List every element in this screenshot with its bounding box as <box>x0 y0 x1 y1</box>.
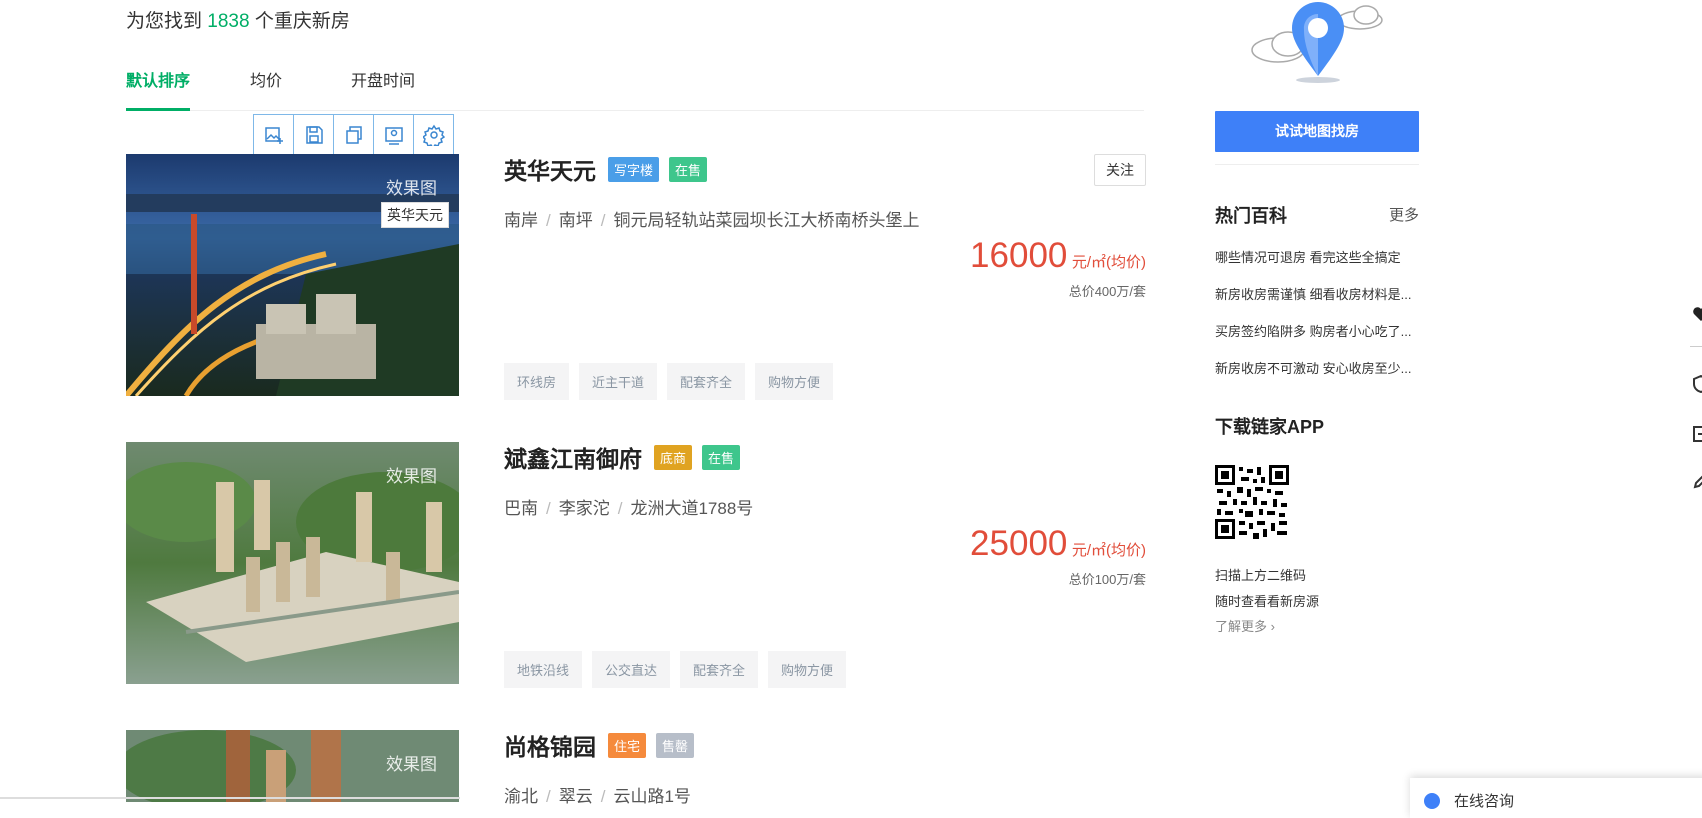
feature-tag: 地铁沿线 <box>504 651 583 688</box>
listing-location: 巴南 / 李家沱 / 龙洲大道1788号 <box>504 499 754 518</box>
chevron-right-icon: › <box>1270 619 1275 634</box>
chat-icon <box>1424 793 1440 809</box>
image-toolbar <box>253 114 454 156</box>
result-prefix: 为您找到 <box>126 11 203 32</box>
feature-tag: 配套齐全 <box>680 651 759 688</box>
listing-card[interactable]: 效果图 尚格锦园 住宅 售罄 渝北 / 翠云 / 云山路1号 <box>126 728 1146 806</box>
area[interactable]: 李家沱 <box>559 499 610 518</box>
price-unit: 元/㎡(均价) <box>1071 542 1146 559</box>
feature-tag: 公交直达 <box>592 651 671 688</box>
listing-info: 英华天元 写字楼 在售 关注 南岸 / 南坪 / 铜元局轻轨站菜园坝长江大桥南桥头堡上 … <box>504 152 1146 400</box>
scan-hint: 扫描上方二维码 <box>1215 568 1307 583</box>
tab-open-time[interactable]: 开盘时间 <box>351 70 415 108</box>
area[interactable]: 南坪 <box>559 211 593 230</box>
image-type-label: 效果图 <box>386 755 437 774</box>
listing-title[interactable]: 英华天元 <box>504 152 596 186</box>
listing-info: 斌鑫江南御府 底商 在售 巴南 / 李家沱 / 龙洲大道1788号 25000 元/㎡(… <box>504 440 1146 688</box>
divider <box>1690 346 1702 347</box>
total-price: 总价400万/套 <box>1068 284 1146 299</box>
learn-more-label: 了解更多 <box>1215 619 1268 634</box>
total-price: 总价100万/套 <box>1068 572 1146 587</box>
result-number: 1838 <box>207 11 250 32</box>
type-tag: 住宅 <box>608 732 647 758</box>
edit-icon[interactable] <box>1692 472 1702 490</box>
scan-hint: 随时查看看新房源 <box>1215 594 1320 609</box>
price-unit: 元/㎡(均价) <box>1071 254 1146 271</box>
image-type-label: 效果图 <box>386 179 437 198</box>
listing-card[interactable]: 效果图 斌鑫江南御府 底商 在售 巴南 / 李家沱 / 龙洲大道1788号 25000 … <box>126 440 1146 688</box>
save-icon[interactable] <box>294 115 334 155</box>
add-image-icon[interactable] <box>254 115 294 155</box>
follow-button[interactable]: 关注 <box>1094 154 1146 186</box>
heart-icon[interactable] <box>1692 305 1702 323</box>
feature-tag: 购物方便 <box>755 363 834 400</box>
feature-tag: 配套齐全 <box>667 363 746 400</box>
sort-tabs: 默认排序 均价 开盘时间 <box>126 70 1144 111</box>
feature-tags: 环线房 近主干道 配套齐全 购物方便 <box>504 363 843 400</box>
listing-location: 渝北 / 翠云 / 云山路1号 <box>504 787 691 806</box>
address: 云山路1号 <box>613 787 691 806</box>
wiki-title: 热门百科 <box>1215 206 1287 226</box>
price-value: 25000 <box>970 524 1068 563</box>
listing-title[interactable]: 斌鑫江南御府 <box>504 440 642 474</box>
feature-tags: 地铁沿线 公交直达 配套齐全 购物方便 <box>504 651 856 688</box>
copy-icon[interactable] <box>334 115 374 155</box>
price: 16000 元/㎡(均价) <box>970 236 1146 276</box>
login-icon[interactable] <box>1692 425 1702 443</box>
feature-tag: 近主干道 <box>579 363 658 400</box>
map-search-button[interactable]: 试试地图找房 <box>1215 111 1419 152</box>
gear-icon[interactable] <box>414 115 453 155</box>
listing-image[interactable]: 效果图 <box>126 442 459 684</box>
listing-info: 尚格锦园 住宅 售罄 渝北 / 翠云 / 云山路1号 <box>504 728 1146 806</box>
status-tag: 售罄 <box>656 732 695 758</box>
listing-image[interactable]: 效果图 英华天元 <box>126 154 459 396</box>
type-tag: 底商 <box>654 444 693 470</box>
tab-default-sort[interactable]: 默认排序 <box>126 70 191 111</box>
feature-tag: 购物方便 <box>768 651 847 688</box>
listing-image[interactable]: 效果图 <box>126 730 459 802</box>
status-tag: 在售 <box>702 444 741 470</box>
price: 25000 元/㎡(均价) <box>970 524 1146 564</box>
chat-label: 在线咨询 <box>1454 793 1515 810</box>
price-value: 16000 <box>970 236 1068 275</box>
map-pin-illustration <box>1248 0 1388 84</box>
listing-card[interactable]: 效果图 英华天元 英华天元 写字楼 在售 关注 南岸 / 南坪 / 铜元局轻轨站菜园坝长… <box>126 152 1146 400</box>
app-download-title: 下载链家APP <box>1215 417 1325 437</box>
wiki-item[interactable]: 买房签约陷阱多 购房者小心吃了... <box>1215 321 1421 340</box>
wiki-item[interactable]: 新房收房不可激动 安心收房至少... <box>1215 358 1421 377</box>
address: 龙洲大道1788号 <box>630 499 754 518</box>
result-count: 为您找到 1838 个重庆新房 <box>126 6 350 33</box>
image-edit-icon[interactable] <box>374 115 414 155</box>
district[interactable]: 渝北 <box>504 787 538 806</box>
chat-widget[interactable]: 在线咨询 <box>1410 778 1702 818</box>
wiki-item[interactable]: 哪些情况可退房 看完这些全搞定 <box>1215 247 1421 266</box>
status-tag: 在售 <box>669 156 708 182</box>
divider <box>1215 164 1419 165</box>
image-type-label: 效果图 <box>386 467 437 486</box>
tab-avg-price[interactable]: 均价 <box>250 70 282 108</box>
area[interactable]: 翠云 <box>559 787 593 806</box>
address: 铜元局轻轨站菜园坝长江大桥南桥头堡上 <box>613 211 920 230</box>
listing-title[interactable]: 尚格锦园 <box>504 728 596 762</box>
horizontal-scrollbar[interactable] <box>0 797 460 799</box>
wiki-more-link[interactable]: 更多 <box>1389 204 1419 225</box>
district[interactable]: 巴南 <box>504 499 538 518</box>
district[interactable]: 南岸 <box>504 211 538 230</box>
feature-tag: 环线房 <box>504 363 570 400</box>
type-tag: 写字楼 <box>608 156 660 182</box>
image-project-name: 英华天元 <box>381 202 449 228</box>
learn-more-link[interactable]: 了解更多 › <box>1215 616 1275 635</box>
result-suffix: 个重庆新房 <box>254 11 350 32</box>
qr-code <box>1215 465 1289 539</box>
listing-location: 南岸 / 南坪 / 铜元局轻轨站菜园坝长江大桥南桥头堡上 <box>504 211 920 230</box>
shield-icon[interactable] <box>1692 374 1702 394</box>
wiki-item[interactable]: 新房收房需谨慎 细看收房材料是... <box>1215 284 1421 303</box>
